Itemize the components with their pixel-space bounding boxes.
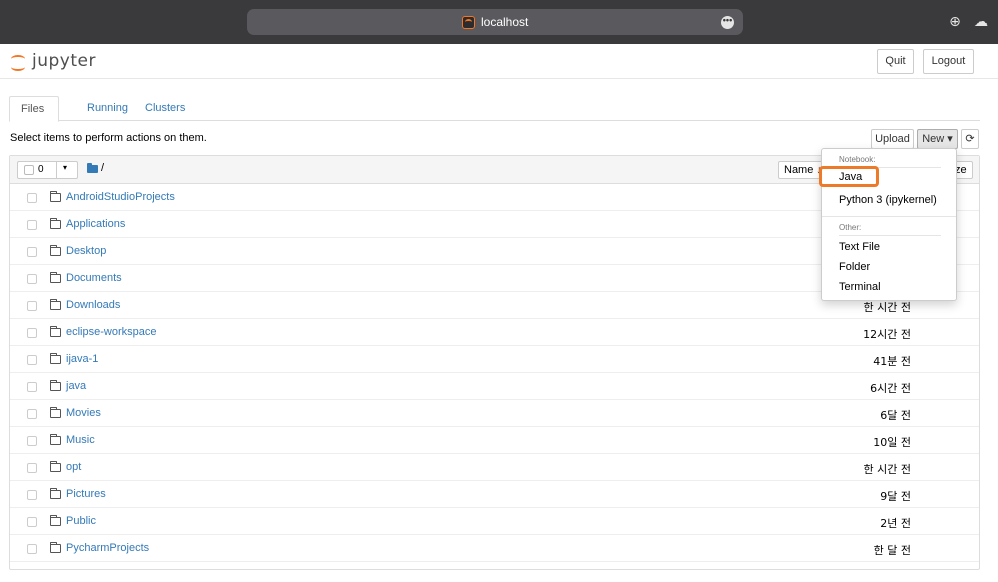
jupyter-header: jupyter Quit Logout [0, 44, 998, 79]
item-link[interactable]: AndroidStudioProjects [66, 191, 175, 203]
modified-time: 한 달 전 [873, 544, 911, 557]
folder-icon [50, 380, 61, 391]
item-checkbox[interactable] [27, 382, 37, 392]
item-link[interactable]: Music [66, 434, 95, 446]
modified-time: 9달 전 [880, 490, 911, 503]
item-checkbox[interactable] [27, 355, 37, 365]
select-all-checkbox[interactable] [24, 165, 34, 175]
selected-count: 0 [38, 164, 44, 175]
folder-icon [50, 245, 61, 256]
jupyter-logo-icon [10, 54, 26, 71]
list-item[interactable]: java 6시간 전 [10, 373, 979, 400]
list-item[interactable]: opt 한 시간 전 [10, 454, 979, 481]
divider [56, 162, 57, 178]
folder-icon [50, 353, 61, 364]
refresh-icon[interactable]: ⟳ [961, 129, 979, 149]
item-link[interactable]: Movies [66, 407, 101, 419]
tab-files[interactable]: Files [9, 96, 59, 122]
list-item[interactable]: ijava-1 41분 전 [10, 346, 979, 373]
folder-icon [50, 272, 61, 283]
tab-bar: Files Running Clusters [9, 96, 980, 122]
menu-divider [822, 216, 956, 217]
menu-item-java[interactable]: Java [819, 166, 879, 187]
modified-time: 41분 전 [873, 355, 911, 368]
menu-item-text-file[interactable]: Text File [839, 241, 880, 253]
item-checkbox[interactable] [27, 274, 37, 284]
modified-time: 10일 전 [873, 436, 911, 449]
folder-icon [50, 191, 61, 202]
menu-item-java-label: Java [839, 171, 863, 183]
folder-icon [87, 163, 98, 173]
item-link[interactable]: PycharmProjects [66, 542, 149, 554]
modified-time: 한 시간 전 [863, 301, 911, 314]
url-text: localhost [481, 15, 529, 29]
folder-icon [50, 542, 61, 553]
item-checkbox[interactable] [27, 409, 37, 419]
item-checkbox[interactable] [27, 193, 37, 203]
item-checkbox[interactable] [27, 544, 37, 554]
logout-button[interactable]: Logout [923, 49, 974, 74]
list-item[interactable]: eclipse-workspace 12시간 전 [10, 319, 979, 346]
chevron-down-icon[interactable]: ▾ [63, 163, 67, 172]
menu-divider [839, 235, 941, 236]
item-checkbox[interactable] [27, 301, 37, 311]
other-section-header: Other: [839, 223, 862, 232]
breadcrumb[interactable]: / [101, 162, 104, 174]
cloud-icon[interactable]: ☁ [972, 12, 990, 30]
list-item[interactable]: Movies 6달 전 [10, 400, 979, 427]
folder-icon [50, 515, 61, 526]
item-checkbox[interactable] [27, 490, 37, 500]
list-item[interactable]: PycharmProjects 한 달 전 [10, 535, 979, 562]
modified-time: 6시간 전 [870, 382, 911, 395]
item-checkbox[interactable] [27, 517, 37, 527]
item-link[interactable]: eclipse-workspace [66, 326, 156, 338]
new-button[interactable]: New ▾ [917, 129, 958, 149]
tab-running[interactable]: Running [76, 96, 139, 121]
list-item[interactable]: Music 10일 전 [10, 427, 979, 454]
item-link[interactable]: Applications [66, 218, 125, 230]
quit-button[interactable]: Quit [877, 49, 914, 74]
tab-clusters[interactable]: Clusters [134, 96, 196, 121]
jupyter-favicon-icon [462, 16, 475, 29]
item-link[interactable]: opt [66, 461, 81, 473]
item-checkbox[interactable] [27, 328, 37, 338]
item-link[interactable]: Desktop [66, 245, 106, 257]
selection-hint: Select items to perform actions on them. [10, 132, 207, 144]
item-link[interactable]: Public [66, 515, 96, 527]
address-bar[interactable]: localhost ••• [247, 9, 743, 35]
menu-item-folder[interactable]: Folder [839, 261, 870, 273]
list-item[interactable]: Pictures 9달 전 [10, 481, 979, 508]
modified-time: 12시간 전 [863, 328, 911, 341]
item-link[interactable]: java [66, 380, 86, 392]
item-checkbox[interactable] [27, 436, 37, 446]
item-checkbox[interactable] [27, 463, 37, 473]
modified-time: 6달 전 [880, 409, 911, 422]
more-options-icon[interactable]: ••• [721, 16, 734, 29]
menu-item-terminal[interactable]: Terminal [839, 281, 881, 293]
item-link[interactable]: ijava-1 [66, 353, 98, 365]
notebook-section-header: Notebook: [839, 155, 876, 164]
folder-icon [50, 407, 61, 418]
download-icon[interactable]: ⊕ [946, 12, 964, 30]
upload-button[interactable]: Upload [871, 129, 914, 149]
modified-time: 한 시간 전 [863, 463, 911, 476]
item-link[interactable]: Downloads [66, 299, 120, 311]
folder-icon [50, 299, 61, 310]
logo-text: jupyter [32, 51, 96, 71]
folder-icon [50, 434, 61, 445]
folder-icon [50, 488, 61, 499]
item-link[interactable]: Documents [66, 272, 122, 284]
modified-time: 2년 전 [880, 517, 911, 530]
folder-icon [50, 218, 61, 229]
menu-item-python3[interactable]: Python 3 (ipykernel) [839, 194, 937, 206]
folder-icon [50, 461, 61, 472]
item-link[interactable]: Pictures [66, 488, 106, 500]
browser-toolbar: localhost ••• ⊕ ☁ [0, 0, 998, 44]
list-item[interactable]: Public 2년 전 [10, 508, 979, 535]
item-checkbox[interactable] [27, 247, 37, 257]
item-checkbox[interactable] [27, 220, 37, 230]
folder-icon [50, 326, 61, 337]
select-all-dropdown[interactable]: 0 ▾ [17, 161, 78, 179]
